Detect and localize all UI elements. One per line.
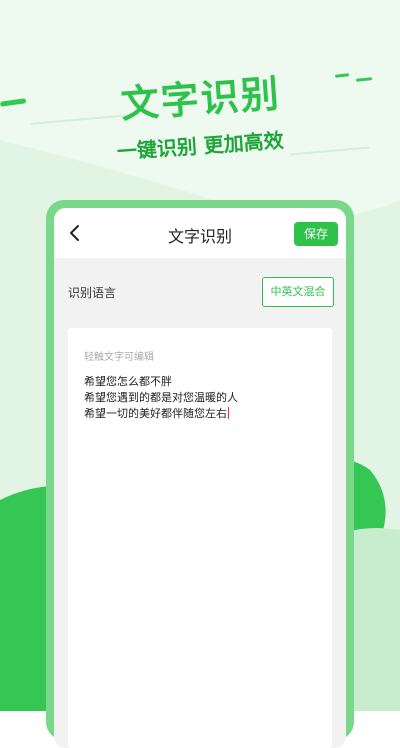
language-label: 识别语言 bbox=[68, 286, 117, 300]
text-caret bbox=[228, 407, 229, 419]
ocr-line: 希望您遇到的都是对您温暖的人 bbox=[84, 391, 238, 404]
editor-section: 轻触文字可编辑 希望您怎么都不胖 希望您遇到的都是对您温暖的人 希望一切的美好都… bbox=[54, 328, 346, 748]
phone-screen: 文字识别 保存 识别语言 中英文混合 轻触文字可编辑 希望您怎么都不胖 希望您遇… bbox=[54, 208, 346, 748]
ocr-line: 希望您怎么都不胖 bbox=[84, 375, 172, 388]
save-button[interactable]: 保存 bbox=[294, 222, 338, 246]
language-row: 识别语言 中英文混合 bbox=[54, 258, 346, 328]
language-select-button[interactable]: 中英文混合 bbox=[262, 277, 334, 307]
nav-bar: 文字识别 保存 bbox=[54, 208, 346, 258]
phone-frame: 文字识别 保存 识别语言 中英文混合 轻触文字可编辑 希望您怎么都不胖 希望您遇… bbox=[46, 200, 354, 748]
ocr-line-text: 希望一切的美好都伴随您左右 bbox=[84, 407, 227, 420]
editor-hint: 轻触文字可编辑 bbox=[84, 352, 154, 363]
ocr-text-editor[interactable]: 轻触文字可编辑 希望您怎么都不胖 希望您遇到的都是对您温暖的人 希望一切的美好都… bbox=[68, 328, 332, 748]
ocr-line-last: 希望一切的美好都伴随您左右 bbox=[84, 406, 324, 422]
ocr-result-text[interactable]: 希望您怎么都不胖 希望您遇到的都是对您温暖的人 希望一切的美好都伴随您左右 bbox=[84, 374, 324, 422]
